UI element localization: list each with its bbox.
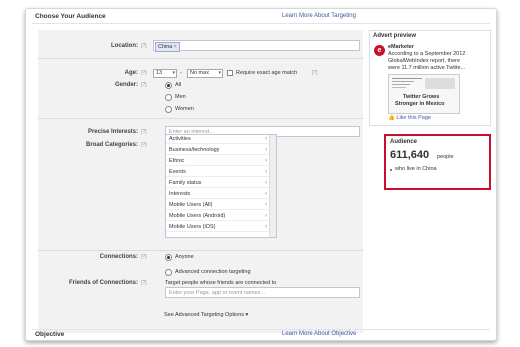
- list-item[interactable]: Mobile Users (Android) ›: [166, 212, 269, 221]
- location-input[interactable]: [153, 40, 360, 51]
- chevron-right-icon: ›: [265, 147, 267, 153]
- connections-advanced-radio[interactable]: [165, 269, 172, 276]
- friends-label: Friends of Connections:: [69, 280, 138, 286]
- list-item[interactable]: Mobile Users (iOS) ›: [166, 223, 269, 232]
- category-label: Events: [169, 169, 186, 175]
- location-token[interactable]: China×: [155, 42, 180, 52]
- exact-age-help-icon[interactable]: [?]: [312, 70, 318, 76]
- advert-text-line: GlobalWebIndex report, there: [388, 58, 461, 64]
- location-token-label: China: [158, 44, 173, 50]
- category-label: Interests: [169, 191, 191, 197]
- list-item[interactable]: Family status ›: [166, 179, 269, 188]
- precise-interests-help-icon[interactable]: [?]: [141, 129, 147, 135]
- age-min-select[interactable]: 13 ▾: [153, 69, 177, 78]
- friends-help-icon[interactable]: [?]: [141, 280, 147, 286]
- chevron-right-icon: ›: [265, 169, 267, 175]
- list-item[interactable]: Events ›: [166, 168, 269, 177]
- precise-interests-label: Precise Interests:: [87, 129, 138, 135]
- friends-input[interactable]: Enter your Page, app or event names...: [165, 287, 360, 298]
- chevron-down-icon: ▾: [218, 70, 221, 76]
- advert-text-line: According to a September 2012: [388, 51, 466, 57]
- list-item[interactable]: Mobile Users (All) ›: [166, 201, 269, 210]
- category-label: Ethnic: [169, 158, 185, 164]
- chevron-right-icon: ›: [265, 224, 267, 230]
- like-label: Like this Page: [396, 115, 431, 121]
- category-label: Business/technology: [169, 147, 220, 153]
- advert-preview: Advert preview e eMarketer According to …: [369, 30, 491, 126]
- gender-all-label: All: [175, 82, 182, 88]
- advert-link-title[interactable]: Stronger in Mexico: [395, 101, 445, 107]
- list-item[interactable]: Ethnic ›: [166, 157, 269, 166]
- advanced-targeting-link[interactable]: See Advanced Targeting Options ▾: [164, 312, 248, 318]
- divider: [38, 118, 363, 119]
- age-label: Age:: [124, 70, 138, 76]
- chevron-right-icon: ›: [265, 158, 267, 164]
- age-help-icon[interactable]: [?]: [141, 70, 147, 76]
- advert-preview-heading: Advert preview: [373, 33, 417, 39]
- chevron-right-icon: ›: [265, 202, 267, 208]
- chevron-right-icon: ›: [265, 213, 267, 219]
- connections-help-icon[interactable]: [?]: [141, 254, 147, 260]
- chevron-right-icon: ›: [265, 136, 267, 142]
- token-remove-icon[interactable]: ×: [173, 44, 176, 50]
- objective-title: Objective: [35, 331, 65, 338]
- gender-label: Gender:: [114, 82, 138, 88]
- gender-help-icon[interactable]: [?]: [141, 82, 147, 88]
- category-label: Mobile Users (All): [169, 202, 213, 208]
- list-item[interactable]: Activities ›: [166, 135, 269, 144]
- advert-text-line: were 11.7 million active Twitte...: [388, 65, 466, 71]
- gender-all-radio[interactable]: [165, 82, 172, 89]
- audience-count: 611,640: [390, 149, 430, 161]
- audience-description: who live in China: [395, 166, 437, 172]
- thumbs-up-icon: 👍: [388, 115, 395, 121]
- connections-advanced-label: Advanced connection targeting: [175, 269, 251, 275]
- chevron-right-icon: ›: [265, 180, 267, 186]
- location-help-icon[interactable]: [?]: [141, 43, 147, 49]
- list-item[interactable]: Business/technology ›: [166, 146, 269, 155]
- connections-label: Connections:: [99, 254, 138, 260]
- advert-image: Twitter Grows Stronger in Mexico: [388, 74, 460, 114]
- category-label: Activities: [169, 136, 191, 142]
- connections-anyone-radio[interactable]: [165, 254, 172, 261]
- list-item[interactable]: Interests ›: [166, 190, 269, 199]
- header-divider: [32, 23, 490, 24]
- learn-more-objective-link[interactable]: Learn More About Objective: [282, 331, 356, 337]
- age-separator: -: [180, 70, 182, 76]
- age-min-value: 13: [156, 70, 163, 76]
- gender-women-label: Women: [175, 106, 194, 112]
- bullet-icon: [390, 169, 392, 171]
- audience-heading: Audience: [390, 139, 418, 145]
- audience-box: Audience 611,640 people who live in Chin…: [384, 134, 491, 190]
- broad-categories-help-icon[interactable]: [?]: [141, 142, 147, 148]
- divider: [38, 250, 363, 251]
- learn-more-targeting-link[interactable]: Learn More About Targeting: [282, 13, 356, 19]
- age-max-select[interactable]: No max ▾: [187, 69, 223, 78]
- divider: [38, 58, 363, 59]
- gender-men-radio[interactable]: [165, 94, 172, 101]
- emarketer-logo-icon: e: [374, 45, 385, 56]
- category-label: Mobile Users (Android): [169, 213, 226, 219]
- connections-anyone-label: Anyone: [175, 254, 194, 260]
- audience-unit: people: [437, 154, 454, 160]
- advert-link-title[interactable]: Twitter Grows: [403, 94, 439, 100]
- gender-women-radio[interactable]: [165, 106, 172, 113]
- location-label: Location:: [111, 43, 138, 49]
- exact-age-label: Require exact age match: [236, 70, 298, 76]
- category-label: Family status: [169, 180, 202, 186]
- objective-divider: [32, 329, 490, 330]
- broad-categories-label: Broad Categories:: [85, 142, 138, 148]
- exact-age-checkbox[interactable]: [227, 70, 233, 76]
- friends-description: Target people whose friends are connecte…: [165, 280, 277, 286]
- like-page-link[interactable]: 👍 Like this Page: [388, 115, 431, 121]
- section-title: Choose Your Audience: [35, 13, 106, 20]
- ad-targeting-window: Choose Your Audience Learn More About Ta…: [25, 8, 497, 341]
- chevron-right-icon: ›: [265, 191, 267, 197]
- gender-men-label: Men: [175, 94, 186, 100]
- advert-brand[interactable]: eMarketer: [388, 44, 414, 50]
- category-label: Mobile Users (iOS): [169, 224, 216, 230]
- age-max-value: No max: [190, 70, 209, 76]
- chevron-down-icon: ▾: [172, 70, 175, 76]
- broad-categories-list: Activities › Business/technology › Ethnic ›…: [165, 134, 277, 238]
- scrollbar[interactable]: [269, 135, 276, 237]
